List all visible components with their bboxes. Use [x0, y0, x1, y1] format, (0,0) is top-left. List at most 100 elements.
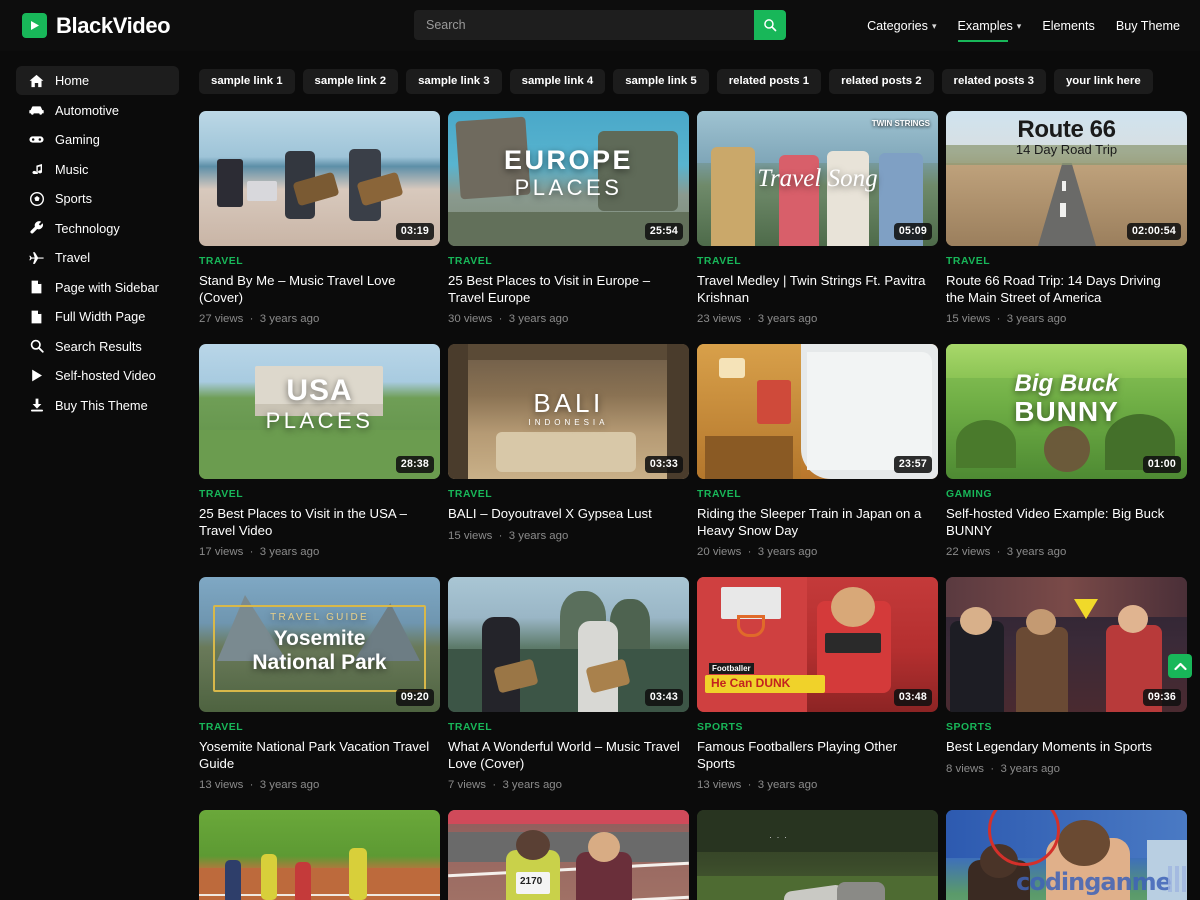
video-card[interactable]: TWIN STRINGS Travel Song 05:09 TRAVEL Tr…	[697, 111, 938, 325]
tag-link[interactable]: sample link 2	[303, 69, 399, 94]
sidebar-item-full-width-page[interactable]: Full Width Page	[16, 302, 179, 331]
video-card[interactable]: TRAVEL GUIDE Yosemite National Park 09:2…	[199, 577, 440, 791]
scroll-to-top-button[interactable]	[1168, 654, 1192, 678]
nav-item-buy-theme[interactable]: Buy Theme	[1116, 0, 1180, 51]
soccer-ball-icon	[29, 191, 44, 206]
sidebar-item-label: Automotive	[55, 103, 119, 118]
video-title[interactable]: BALI – Doyoutravel X Gypsea Lust	[448, 506, 684, 523]
video-thumbnail[interactable]: 03:43	[448, 577, 689, 712]
video-title[interactable]: Travel Medley | Twin Strings Ft. Pavitra…	[697, 273, 933, 306]
tag-link[interactable]: sample link 3	[406, 69, 502, 94]
video-thumbnail[interactable]: Footballer He Can DUNK 03:48	[697, 577, 938, 712]
video-category[interactable]: SPORTS	[697, 722, 938, 733]
sidebar-item-search-results[interactable]: Search Results	[16, 332, 179, 361]
video-title[interactable]: 25 Best Places to Visit in the USA – Tra…	[199, 506, 435, 539]
video-thumbnail[interactable]: Big Buck BUNNY 01:00	[946, 344, 1187, 479]
tag-link[interactable]: related posts 3	[942, 69, 1046, 94]
video-category[interactable]: TRAVEL	[199, 722, 440, 733]
video-title[interactable]: What A Wonderful World – Music Travel Lo…	[448, 739, 684, 772]
sidebar: Home Automotive Gaming Music Sports	[0, 51, 194, 900]
sidebar-item-self-hosted-video[interactable]: Self-hosted Video	[16, 361, 179, 390]
sidebar-item-sports[interactable]: Sports	[16, 184, 179, 213]
tag-link[interactable]: sample link 1	[199, 69, 295, 94]
video-category[interactable]: SPORTS	[946, 722, 1187, 733]
sidebar-item-page-with-sidebar[interactable]: Page with Sidebar	[16, 273, 179, 302]
video-thumbnail[interactable]: TWIN STRINGS Travel Song 05:09	[697, 111, 938, 246]
video-title[interactable]: Best Legendary Moments in Sports	[946, 739, 1182, 756]
video-thumbnail[interactable]	[199, 810, 440, 900]
thumb-overlay-title: Yosemite	[199, 627, 440, 651]
video-category[interactable]: TRAVEL	[697, 256, 938, 267]
sidebar-item-technology[interactable]: Technology	[16, 214, 179, 243]
video-title[interactable]: Famous Footballers Playing Other Sports	[697, 739, 933, 772]
search-button[interactable]	[754, 10, 786, 40]
video-card[interactable]: 23:57 TRAVEL Riding the Sleeper Train in…	[697, 344, 938, 558]
video-thumbnail[interactable]: 09:36	[946, 577, 1187, 712]
video-grid: 03:19 TRAVEL Stand By Me – Music Travel …	[199, 111, 1200, 900]
video-thumbnail[interactable]: Route 66 14 Day Road Trip 02:00:54	[946, 111, 1187, 246]
video-duration: 03:33	[645, 456, 683, 473]
video-category[interactable]: TRAVEL	[448, 722, 689, 733]
video-thumbnail[interactable]: BALI INDONESIA 03:33	[448, 344, 689, 479]
nav-item-examples[interactable]: Examples ▾	[958, 0, 1022, 51]
video-category[interactable]: TRAVEL	[697, 489, 938, 500]
sidebar-item-travel[interactable]: Travel	[16, 243, 179, 272]
video-thumbnail[interactable]: USA PLACES 28:38	[199, 344, 440, 479]
video-meta: 8 views · 3 years ago	[946, 763, 1187, 775]
video-age: 3 years ago	[1007, 546, 1067, 558]
video-title[interactable]: Yosemite National Park Vacation Travel G…	[199, 739, 435, 772]
video-card[interactable]: 03:43 TRAVEL What A Wonderful World – Mu…	[448, 577, 689, 791]
video-thumbnail[interactable]: 2170	[448, 810, 689, 900]
sidebar-item-label: Technology	[55, 221, 120, 236]
video-title[interactable]: 25 Best Places to Visit in Europe – Trav…	[448, 273, 684, 306]
video-thumbnail[interactable]: EUROPE PLACES 25:54	[448, 111, 689, 246]
video-card[interactable]: 2170	[448, 810, 689, 900]
nav-item-categories[interactable]: Categories ▾	[867, 0, 936, 51]
video-card[interactable]: 03:19 TRAVEL Stand By Me – Music Travel …	[199, 111, 440, 325]
video-age: 3 years ago	[758, 313, 818, 325]
video-title[interactable]: Riding the Sleeper Train in Japan on a H…	[697, 506, 933, 539]
video-thumbnail[interactable]: TRAVEL GUIDE Yosemite National Park 09:2…	[199, 577, 440, 712]
video-category[interactable]: TRAVEL	[199, 489, 440, 500]
video-meta: 15 views · 3 years ago	[946, 313, 1187, 325]
video-title[interactable]: Self-hosted Video Example: Big Buck BUNN…	[946, 506, 1182, 539]
tag-link[interactable]: sample link 4	[510, 69, 606, 94]
video-category[interactable]: GAMING	[946, 489, 1187, 500]
video-card[interactable]: Route 66 14 Day Road Trip 02:00:54 TRAVE…	[946, 111, 1187, 325]
video-views: 20 views	[697, 546, 741, 558]
video-category[interactable]: TRAVEL	[448, 256, 689, 267]
video-views: 17 views	[199, 546, 243, 558]
video-title[interactable]: Stand By Me – Music Travel Love (Cover)	[199, 273, 435, 306]
video-title[interactable]: Route 66 Road Trip: 14 Days Driving the …	[946, 273, 1182, 306]
video-card[interactable]: USA PLACES 28:38 TRAVEL 25 Best Places t…	[199, 344, 440, 558]
site-header: BlackVideo PRO Categories ▾ Examples ▾ E…	[0, 0, 1200, 51]
tag-link[interactable]: related posts 2	[829, 69, 933, 94]
tag-link[interactable]: related posts 1	[717, 69, 821, 94]
search-input[interactable]	[414, 10, 754, 40]
video-card[interactable]: 09:36 SPORTS Best Legendary Moments in S…	[946, 577, 1187, 791]
sidebar-item-label: Buy This Theme	[55, 398, 148, 413]
video-category[interactable]: TRAVEL	[946, 256, 1187, 267]
video-thumbnail[interactable]: · · ·	[697, 810, 938, 900]
video-category[interactable]: TRAVEL	[448, 489, 689, 500]
video-thumbnail[interactable]: 03:19	[199, 111, 440, 246]
sidebar-item-gaming[interactable]: Gaming	[16, 125, 179, 154]
video-card[interactable]: · · ·	[697, 810, 938, 900]
video-card[interactable]: Big Buck BUNNY 01:00 GAMING Self-hosted …	[946, 344, 1187, 558]
tag-link[interactable]: sample link 5	[613, 69, 709, 94]
video-card[interactable]: Footballer He Can DUNK 03:48 SPORTS Famo…	[697, 577, 938, 791]
video-card[interactable]: EUROPE PLACES 25:54 TRAVEL 25 Best Place…	[448, 111, 689, 325]
video-duration: 25:54	[645, 223, 683, 240]
thumb-overlay-title: USA	[199, 374, 440, 408]
nav-item-elements[interactable]: Elements	[1042, 0, 1095, 51]
tag-link[interactable]: your link here	[1054, 69, 1153, 94]
video-card[interactable]: BALI INDONESIA 03:33 TRAVEL BALI – Doyou…	[448, 344, 689, 558]
sidebar-item-music[interactable]: Music	[16, 155, 179, 184]
video-card[interactable]	[199, 810, 440, 900]
sidebar-item-buy-this-theme[interactable]: Buy This Theme	[16, 391, 179, 420]
site-logo[interactable]: BlackVideo PRO	[22, 13, 170, 39]
sidebar-item-home[interactable]: Home	[16, 66, 179, 95]
video-category[interactable]: TRAVEL	[199, 256, 440, 267]
video-thumbnail[interactable]: 23:57	[697, 344, 938, 479]
sidebar-item-automotive[interactable]: Automotive	[16, 96, 179, 125]
